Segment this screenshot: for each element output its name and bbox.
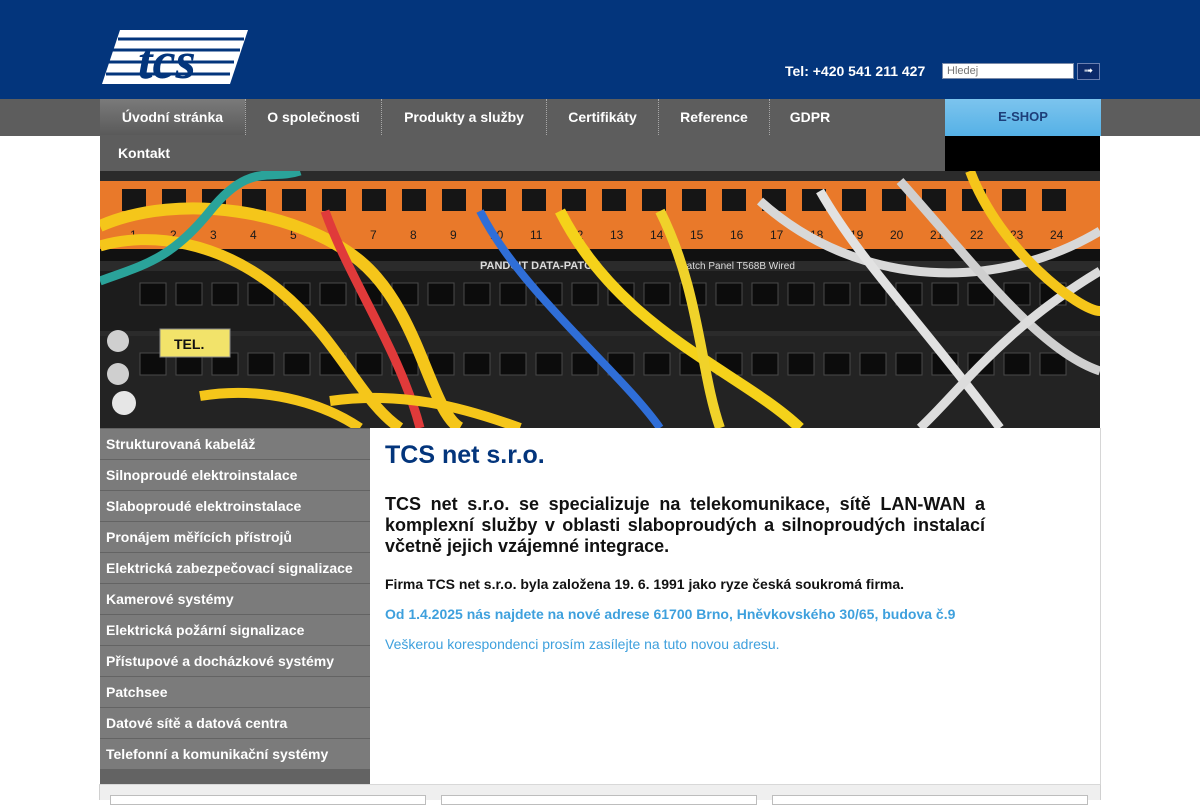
port-number: 15: [690, 228, 704, 242]
sidebar-item-instrument-rental[interactable]: Pronájem měřících přístrojů: [100, 522, 370, 552]
top-port: [1002, 189, 1026, 211]
top-port: [602, 189, 626, 211]
port-number: 14: [650, 228, 664, 242]
sidebar-item-power-installation[interactable]: Silnoproudé elektroinstalace: [100, 460, 370, 490]
rj45-port: [931, 282, 959, 306]
rj45-port: [895, 352, 923, 376]
site-header: tcs Tel: +420 541 211 427 ➟: [0, 0, 1200, 99]
eshop-button[interactable]: E-SHOP: [945, 99, 1101, 136]
nav-item-certificates[interactable]: Certifikáty: [547, 99, 658, 135]
top-port: [322, 189, 346, 211]
footer-box: [441, 795, 757, 805]
top-port: [722, 189, 746, 211]
sidebar-item-access-attendance[interactable]: Přístupové a docházkové systémy: [100, 646, 370, 676]
rj45-port: [751, 282, 779, 306]
rj45-port: [139, 282, 167, 306]
rj45-port: [643, 282, 671, 306]
rj45-port: [463, 282, 491, 306]
tcs-logo[interactable]: tcs: [102, 30, 248, 84]
sidebar-item-security-alarm[interactable]: Elektrická zabezpečovací signalizace: [100, 553, 370, 583]
nav-item-references[interactable]: Reference: [659, 99, 769, 135]
hero-image: 1 2 3 4 5 6 7 8 9 10 11 12 13 14 15 16 17 18 19 20 21 22 23 24 …: [100, 171, 1100, 428]
nav-item-gdpr[interactable]: GDPR: [770, 99, 850, 135]
rj45-port: [499, 352, 527, 376]
search-button[interactable]: ➟: [1077, 63, 1100, 80]
sidebar: Strukturovaná kabeláž Silnoproudé elektr…: [100, 428, 370, 784]
search-input[interactable]: [942, 63, 1074, 79]
top-port: [642, 189, 666, 211]
rj45-port: [715, 282, 743, 306]
rj45-port: [427, 282, 455, 306]
rj45-port: [751, 352, 779, 376]
footer-box: [772, 795, 1088, 805]
rj45-port: [1003, 352, 1031, 376]
rj45-port: [859, 352, 887, 376]
main-navigation: Úvodní stránka O společnosti Produkty a …: [100, 99, 945, 171]
panel-brand-text: PANDUIT DATA-PATCH: [480, 260, 600, 272]
footer-box: [110, 795, 426, 805]
sidebar-item-structured-cabling[interactable]: Strukturovaná kabeláž: [100, 429, 370, 459]
rj45-port: [355, 352, 383, 376]
nav-item-products[interactable]: Produkty a služby: [382, 99, 546, 135]
sidebar-item-low-voltage-installation[interactable]: Slaboproudé elektroinstalace: [100, 491, 370, 521]
sidebar-item-camera-systems[interactable]: Kamerové systémy: [100, 584, 370, 614]
nav-item-home[interactable]: Úvodní stránka: [100, 99, 245, 135]
rj45-port: [211, 282, 239, 306]
top-port: [522, 189, 546, 211]
top-port: [362, 189, 386, 211]
rj45-port: [823, 282, 851, 306]
top-port: [1042, 189, 1066, 211]
top-port: [562, 189, 586, 211]
rj45-port: [499, 282, 527, 306]
patch-panel-illustration: 1 2 3 4 5 6 7 8 9 10 11 12 13 14 15 16 17 18 19 20 21 22 23 24 …: [100, 171, 1100, 428]
port-number: 24: [1050, 228, 1064, 242]
port-number: 11: [530, 228, 543, 242]
rj45-port: [283, 352, 311, 376]
top-port: [682, 189, 706, 211]
nav-item-about[interactable]: O společnosti: [246, 99, 381, 135]
rj45-port: [319, 282, 347, 306]
sidebar-item-patchsee[interactable]: Patchsee: [100, 677, 370, 707]
port-number: 16: [730, 228, 744, 242]
phone-number: Tel: +420 541 211 427: [785, 63, 926, 79]
port-number: 17: [770, 228, 784, 242]
rj45-port: [571, 282, 599, 306]
top-port: [882, 189, 906, 211]
top-port: [482, 189, 506, 211]
rj45-port: [787, 352, 815, 376]
nav-item-contact[interactable]: Kontakt: [100, 135, 188, 171]
port-number: 4: [250, 228, 257, 242]
intro-text: TCS net s.r.o. se specializuje na teleko…: [385, 494, 985, 556]
page-title: TCS net s.r.o.: [385, 441, 545, 469]
eshop-dropdown-area: [945, 136, 1100, 171]
main-content: TCS net s.r.o. TCS net s.r.o. se special…: [370, 428, 1101, 784]
port-number: 7: [370, 228, 377, 242]
sidebar-item-telephone-systems[interactable]: Telefonní a komunikační systémy: [100, 739, 370, 769]
correspondence-text: Veškerou korespondenci prosím zasílejte …: [385, 636, 780, 652]
port-number: 13: [610, 228, 624, 242]
svg-text:tcs: tcs: [138, 33, 196, 84]
port-number: 9: [450, 228, 457, 242]
rj45-port: [535, 352, 563, 376]
top-port: [402, 189, 426, 211]
rj45-port: [643, 352, 671, 376]
top-port: [842, 189, 866, 211]
founded-text: Firma TCS net s.r.o. byla založena 19. 6…: [385, 576, 905, 592]
rj45-port: [175, 282, 203, 306]
port-number: 22: [970, 228, 984, 242]
rj45-port: [463, 352, 491, 376]
new-address-text: Od 1.4.2025 nás najdete na nové adrese 6…: [385, 606, 956, 622]
top-port: [442, 189, 466, 211]
top-port: [282, 189, 306, 211]
rj45-port: [823, 352, 851, 376]
port-number: 20: [890, 228, 904, 242]
rj45-port: [787, 282, 815, 306]
sidebar-item-fire-alarm[interactable]: Elektrická požární signalizace: [100, 615, 370, 645]
port-number: 8: [410, 228, 417, 242]
tel-label: TEL.: [174, 336, 204, 352]
panel-type-text: Patch Panel T568B Wired: [680, 261, 795, 272]
port-number: 3: [210, 228, 217, 242]
rj45-port: [247, 352, 275, 376]
sidebar-item-data-networks[interactable]: Datové sítě a datová centra: [100, 708, 370, 738]
